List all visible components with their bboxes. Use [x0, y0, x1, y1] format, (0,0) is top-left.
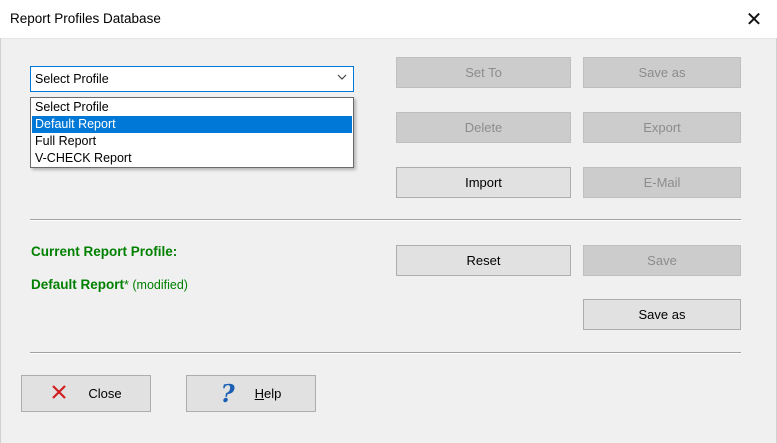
close-button-label: Close: [88, 386, 122, 401]
save-button[interactable]: Save: [583, 245, 741, 276]
dropdown-option-select-profile[interactable]: Select Profile: [32, 99, 352, 116]
email-button[interactable]: E-Mail: [583, 167, 741, 198]
save-as-top-button[interactable]: Save as: [583, 57, 741, 88]
title-bar: Report Profiles Database ✕: [0, 0, 777, 39]
save-as-button[interactable]: Save as: [583, 299, 741, 330]
delete-button[interactable]: Delete: [396, 112, 571, 143]
export-button[interactable]: Export: [583, 112, 741, 143]
close-icon: [50, 383, 68, 405]
reset-button[interactable]: Reset: [396, 245, 571, 276]
window-close-icon[interactable]: ✕: [731, 0, 777, 38]
dropdown-option-full-report[interactable]: Full Report: [32, 133, 352, 150]
profile-select-value: Select Profile: [35, 72, 109, 86]
profile-dropdown-list: Select Profile Default Report Full Repor…: [30, 97, 354, 168]
dropdown-option-default-report[interactable]: Default Report: [32, 116, 352, 133]
chevron-down-icon[interactable]: [336, 71, 348, 86]
current-profile-heading: Current Report Profile:: [31, 244, 178, 259]
help-button[interactable]: ? Help: [186, 375, 316, 412]
current-profile-name: Default Report: [31, 277, 125, 292]
divider-top: [30, 219, 741, 221]
divider-bottom: [30, 352, 741, 354]
current-profile-name-line: Default Report* (modified): [31, 277, 188, 292]
help-button-label: Help: [254, 386, 282, 401]
profile-select[interactable]: Select Profile: [30, 66, 354, 92]
set-to-button[interactable]: Set To: [396, 57, 571, 88]
question-mark-icon: ?: [220, 378, 235, 408]
window-border-left: [0, 38, 1, 443]
close-button[interactable]: Close: [21, 375, 151, 412]
window-title: Report Profiles Database: [10, 11, 161, 26]
import-button[interactable]: Import: [396, 167, 571, 198]
dropdown-option-v-check-report[interactable]: V-CHECK Report: [32, 150, 352, 167]
modified-note: (modified): [128, 278, 188, 292]
